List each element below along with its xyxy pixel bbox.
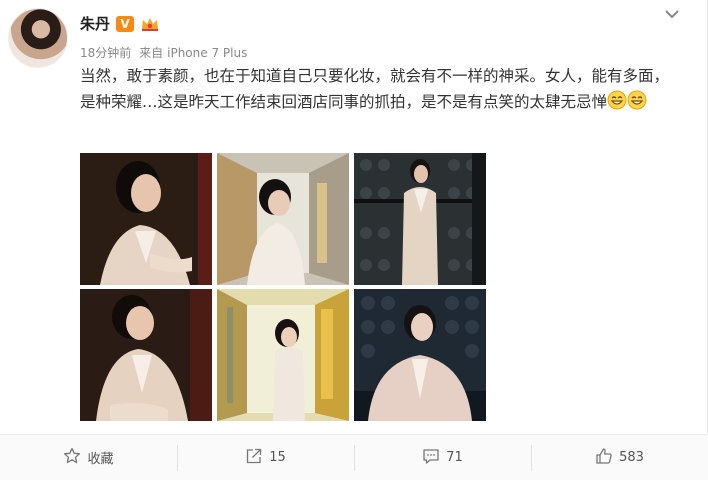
post-meta: 18分钟前 来自 iPhone 7 Plus [80,44,251,61]
post-text: 当然，敢于素颜，也在于知道自己只要化妆，就会有不一样的神采。女人，能有多面，是种… [80,63,680,115]
repost-icon [245,447,263,469]
comment-icon [422,447,440,469]
comment-button[interactable]: 71 [354,435,531,480]
photo-grid [80,153,486,421]
photo-4[interactable] [80,289,212,421]
like-count: 583 [619,450,644,465]
post-body: 当然，敢于素颜，也在于知道自己只要化妆，就会有不一样的神采。女人，能有多面，是种… [80,67,670,111]
like-button[interactable]: 583 [531,435,708,480]
chevron-down-icon[interactable] [662,6,682,22]
photo-5[interactable] [217,289,349,421]
favorite-button[interactable]: 收藏 [0,435,177,480]
repost-button[interactable]: 15 [177,435,354,480]
thumbs-up-icon [595,447,613,469]
weibo-post-card: 朱丹 V 18分钟前 来自 iPhone 7 Plus 当然，敢于素颜，也在于知道… [0,0,708,480]
post-source[interactable]: iPhone 7 Plus [167,46,247,60]
favorite-label: 收藏 [87,452,114,467]
post-time[interactable]: 18分钟前 [80,46,131,60]
repost-count: 15 [269,450,286,465]
grin-emoji-icon [627,90,647,110]
star-icon [63,447,81,469]
verified-badge[interactable]: V [116,15,135,32]
photo-3[interactable] [354,153,486,285]
grin-emoji-icon [607,90,627,110]
action-bar: 收藏 15 71 583 [0,434,708,480]
photo-2[interactable] [217,153,349,285]
username[interactable]: 朱丹 [80,13,110,34]
user-row: 朱丹 V [80,13,160,34]
comment-count: 71 [446,450,463,465]
source-prefix: 来自 [139,46,164,60]
photo-6[interactable] [354,289,486,421]
photo-1[interactable] [80,153,212,285]
crown-icon[interactable] [140,16,160,32]
avatar[interactable] [8,8,68,68]
